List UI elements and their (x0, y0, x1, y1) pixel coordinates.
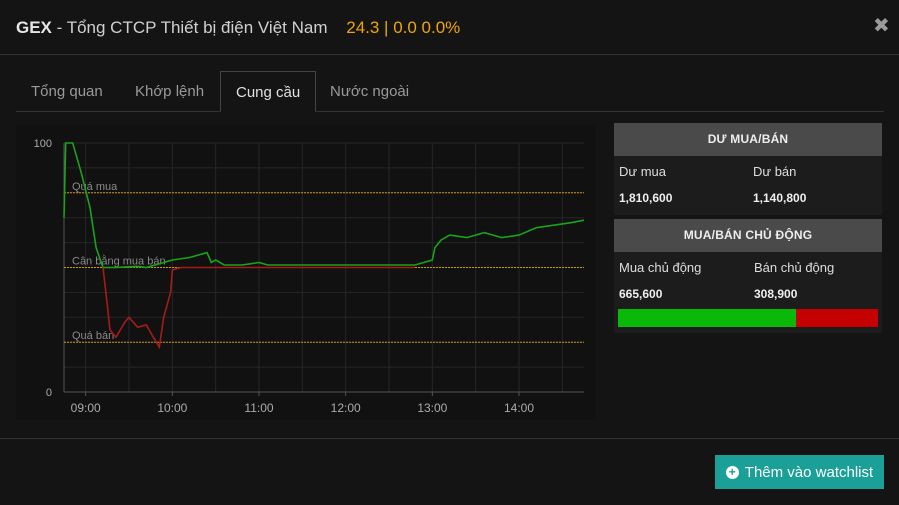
panel-outstanding-title: DƯ MUA/BÁN (614, 123, 882, 156)
supply-demand-chart: 100 0 09:00 10:00 11:00 12:00 13:00 14:00 Quá mu… (16, 125, 596, 420)
chart-threshold-label: Quá bán (72, 330, 114, 342)
outstanding-buy-value: 1,810,600 (619, 191, 673, 205)
tab-matching[interactable]: Khớp lệnh (120, 71, 219, 112)
outstanding-sell-label: Dư bán (753, 164, 797, 179)
chart-x-tick-label: 12:00 (331, 401, 361, 415)
tab-bar: Tổng quan Khớp lệnh Cung cầu Nước ngoài (16, 71, 884, 112)
active-buy-value: 665,600 (619, 287, 663, 301)
active-ratio-bar (618, 309, 878, 327)
tab-foreign[interactable]: Nước ngoài (315, 71, 424, 112)
panel-outstanding-body: Dư mua Dư bán 1,810,600 1,140,800 (614, 156, 882, 215)
tab-supply-demand[interactable]: Cung cầu (220, 71, 317, 112)
active-sell-value: 308,900 (754, 287, 798, 301)
stock-title: GEX - Tổng CTCP Thiết bị điện Việt Nam 2… (16, 18, 460, 38)
chart-threshold-label: Quá mua (72, 181, 118, 193)
stock-symbol: GEX (16, 18, 52, 37)
chart-x-tick-label: 10:00 (157, 401, 187, 415)
chart-y-tick-label: 100 (34, 138, 52, 150)
plus-circle-icon: + (725, 465, 739, 479)
modal-header: GEX - Tổng CTCP Thiết bị điện Việt Nam 2… (0, 0, 899, 55)
active-buy-label: Mua chủ động (619, 260, 702, 275)
tab-overview[interactable]: Tổng quan (16, 71, 118, 112)
price-change: 24.3 | 0.0 0.0% (346, 18, 461, 37)
panel-active-title: MUA/BÁN CHỦ ĐỘNG (614, 219, 882, 252)
outstanding-buy-label: Dư mua (619, 164, 666, 179)
chart-svg: 100 0 09:00 10:00 11:00 12:00 13:00 14:00 Quá mu… (16, 125, 596, 420)
chart-x-tick-label: 09:00 (71, 401, 101, 415)
outstanding-sell-value: 1,140,800 (753, 191, 807, 205)
chart-x-tick-label: 13:00 (417, 401, 447, 415)
chart-x-tick-label: 14:00 (504, 401, 534, 415)
chart-y-tick-label: 0 (46, 387, 52, 399)
modal-footer: + Thêm vào watchlist (0, 438, 899, 505)
add-to-watchlist-button[interactable]: + Thêm vào watchlist (715, 455, 884, 489)
company-name: - Tổng CTCP Thiết bị điện Việt Nam (51, 18, 328, 37)
active-ratio-buy-fill (618, 309, 796, 327)
active-sell-label: Bán chủ động (754, 260, 835, 275)
add-to-watchlist-label: Thêm vào watchlist (744, 463, 874, 481)
chart-x-tick-label: 11:00 (244, 401, 273, 415)
close-icon[interactable]: ✖ (873, 16, 890, 36)
panel-outstanding: DƯ MUA/BÁN Dư mua Dư bán 1,810,600 1,140… (614, 123, 882, 215)
